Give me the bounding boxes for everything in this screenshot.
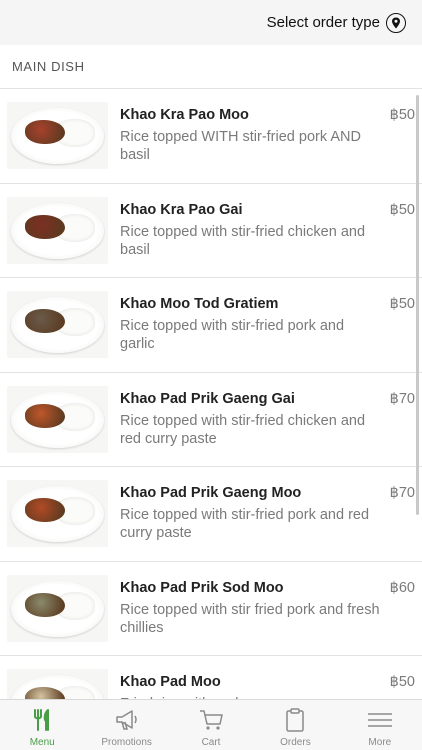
item-price: ฿50 <box>389 674 415 690</box>
dish-photo <box>7 291 108 358</box>
tab-label: Cart <box>201 737 221 748</box>
food <box>25 120 65 144</box>
item-text: Khao Kra Pao Gai Rice topped with stir-fr… <box>120 202 382 259</box>
item-description: Rice topped with stir-fried pork and red… <box>120 507 370 541</box>
item-price: ฿50 <box>389 201 415 218</box>
menu-item[interactable]: Khao Kra Pao Gai Rice topped with stir-fr… <box>0 184 422 278</box>
menu-item[interactable]: Khao Pad Prik Sod Moo Rice topped with st… <box>0 562 422 656</box>
fork-knife-icon <box>34 709 50 731</box>
dish-photo <box>7 669 108 699</box>
item-description: Rice topped with stir-fried chicken and … <box>120 412 366 447</box>
item-text: Khao Pad Prik Gaeng Moo Rice topped with … <box>120 485 382 542</box>
menu-lines-icon <box>367 713 392 727</box>
tab-menu[interactable]: Menu <box>0 700 84 750</box>
item-description: Rice topped with stir-fried chicken and … <box>120 223 366 258</box>
item-price: ฿70 <box>389 485 415 501</box>
top-bar: Select order type <box>0 0 422 45</box>
dish-photo <box>7 385 108 453</box>
food <box>25 403 65 428</box>
scrollbar[interactable] <box>416 95 419 515</box>
item-text: Khao Kra Pao Moo Rice topped WITH stir-fr… <box>120 107 382 164</box>
item-name: Khao Kra Pao Gai <box>120 201 243 218</box>
item-description: Rice topped with stir-fried pork and gar… <box>120 318 345 352</box>
dish-photo <box>7 196 108 264</box>
item-description: Rice topped WITH stir-fried pork AND bas… <box>120 129 361 163</box>
tab-cart[interactable]: Cart <box>169 700 253 750</box>
menu-list[interactable]: MAIN DISH Khao Kra Pao Moo Rice topped WI… <box>0 45 422 699</box>
item-text: Khao Moo Tod Gratiem Rice topped with sti… <box>120 296 382 353</box>
item-name: Khao Pad Prik Gaeng Moo <box>120 485 302 501</box>
tab-more[interactable]: More <box>338 700 422 750</box>
menu-item[interactable]: Khao Pad Prik Gaeng Gai Rice topped with … <box>0 373 422 467</box>
tab-promotions[interactable]: Promotions <box>84 700 168 750</box>
item-text: Khao Pad MooFried rice with pork <box>120 674 382 699</box>
item-text: Khao Pad Prik Gaeng Gai Rice topped with … <box>120 391 382 448</box>
item-description: Rice topped with stir fried pork and fre… <box>120 601 380 636</box>
dish-photo <box>7 574 108 642</box>
item-name: Khao Kra Pao Moo <box>120 107 249 123</box>
item-price: ฿70 <box>389 390 415 407</box>
item-name: Khao Pad Prik Gaeng Gai <box>120 390 295 407</box>
megaphone-icon <box>115 710 137 730</box>
cart-icon <box>200 710 223 730</box>
menu-item[interactable]: Khao Pad MooFried rice with pork ฿50 <box>0 656 422 699</box>
item-price: ฿50 <box>389 107 415 123</box>
tab-label: Orders <box>280 737 311 748</box>
item-price: ฿60 <box>389 579 415 596</box>
clipboard-icon <box>286 708 305 732</box>
dish-photo <box>7 480 108 547</box>
tab-label: Menu <box>29 737 55 748</box>
tab-label: More <box>368 737 392 748</box>
tab-orders[interactable]: Orders <box>253 700 337 750</box>
item-price: ฿50 <box>389 296 415 312</box>
menu-item[interactable]: Khao Moo Tod Gratiem Rice topped with sti… <box>0 278 422 373</box>
food <box>25 309 65 333</box>
location-pin-icon[interactable] <box>386 12 406 33</box>
food <box>25 498 65 522</box>
tab-bar: Menu Promotions Cart Orders More <box>0 699 422 750</box>
menu-item[interactable]: Khao Kra Pao Moo Rice topped WITH stir-fr… <box>0 89 422 184</box>
item-name: Khao Pad Prik Sod Moo <box>120 579 284 596</box>
item-text: Khao Pad Prik Sod Moo Rice topped with st… <box>120 580 382 637</box>
food <box>25 214 65 239</box>
section-title: MAIN DISH <box>0 45 422 89</box>
item-name: Khao Moo Tod Gratiem <box>120 296 279 312</box>
menu-item[interactable]: Khao Pad Prik Gaeng Moo Rice topped with … <box>0 467 422 562</box>
food <box>25 592 65 617</box>
dish-photo <box>7 102 108 169</box>
select-order-type-label[interactable]: Select order type <box>267 14 380 31</box>
tab-label: Promotions <box>101 737 152 748</box>
item-name: Khao Pad Moo <box>120 674 221 690</box>
